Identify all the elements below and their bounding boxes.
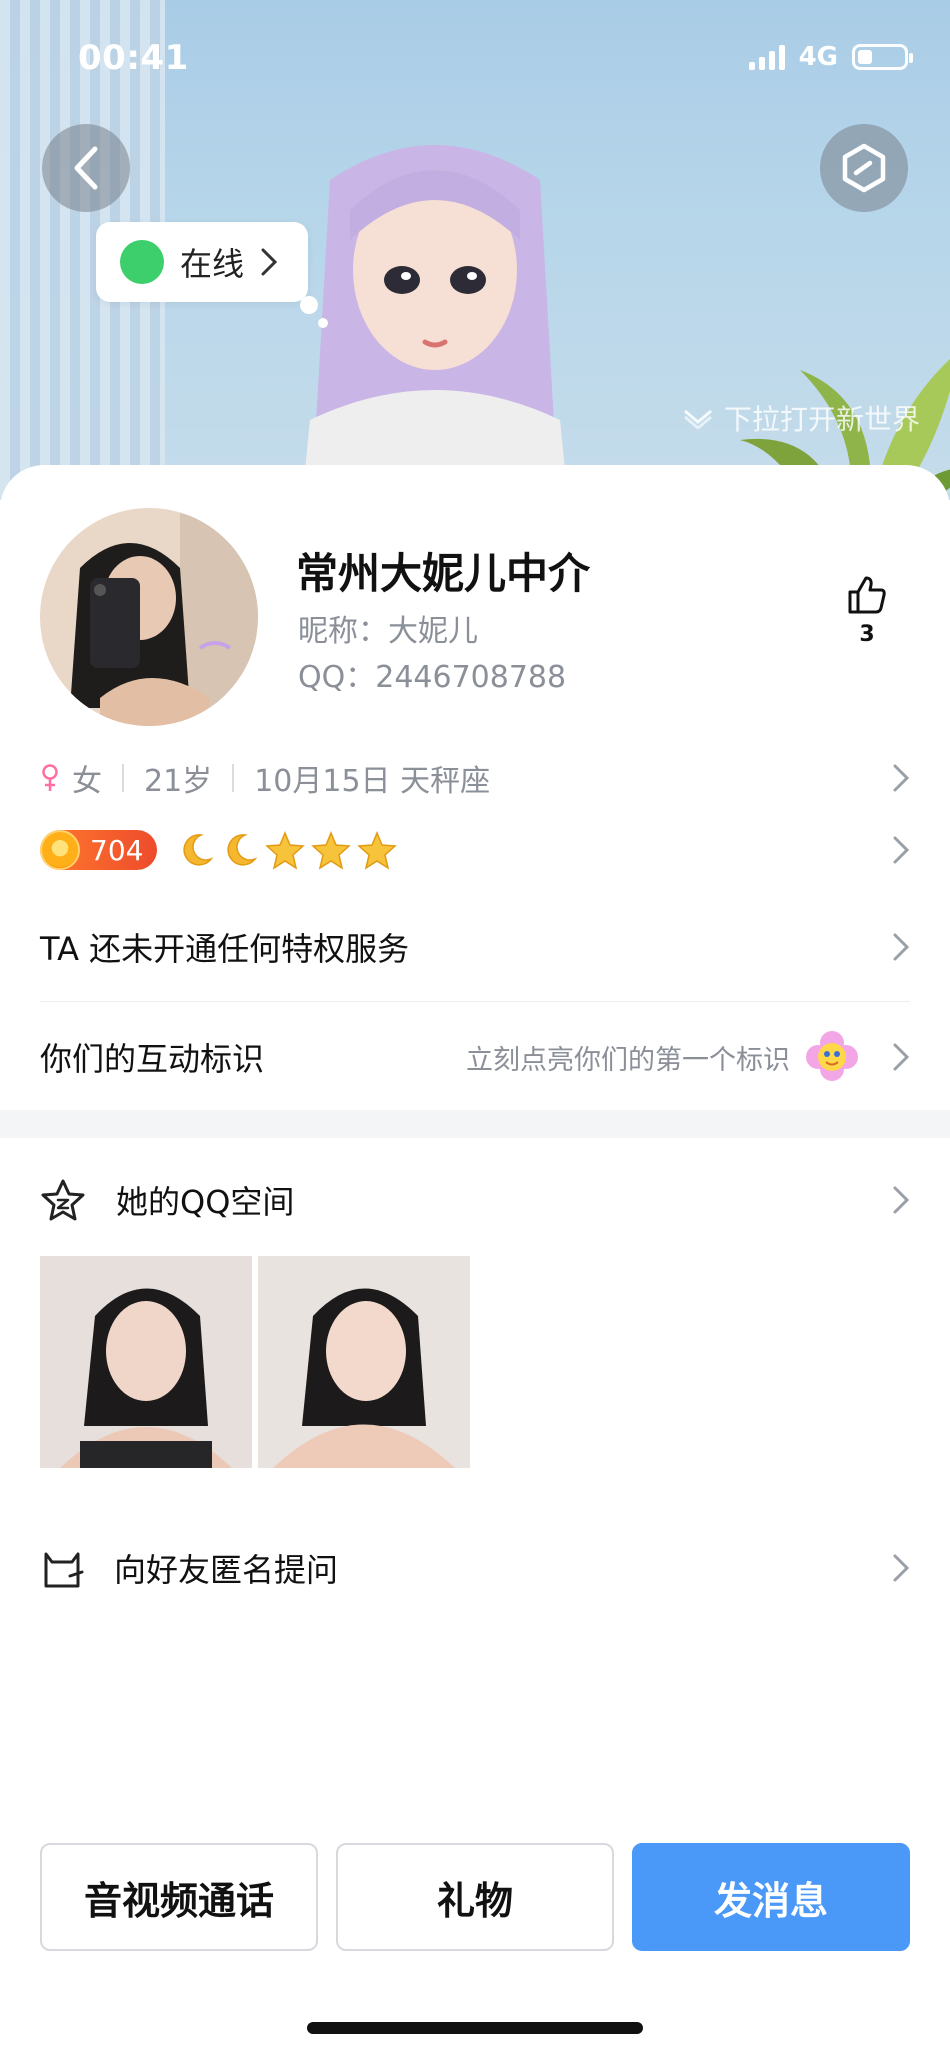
star-icon xyxy=(311,831,352,870)
sun-icon xyxy=(40,830,80,870)
qzone-star-icon xyxy=(40,1178,86,1222)
star-icon xyxy=(265,831,306,870)
flower-badge-icon xyxy=(806,1031,858,1081)
anonymous-ask-label: 向好友匿名提问 xyxy=(114,1551,339,1589)
interaction-hint: 立刻点亮你们的第一个标识 xyxy=(466,1044,790,1076)
chevron-right-icon xyxy=(893,933,910,960)
chevron-right-icon xyxy=(893,836,910,864)
hero-banner[interactable]: 00:41 4G 在线 下拉打开新世界 xyxy=(0,0,950,500)
send-message-button[interactable]: 发消息 xyxy=(632,1843,910,1951)
action-bar: 音视频通话 礼物 发消息 xyxy=(40,1843,910,1951)
birthday-label: 10月15日 天秤座 xyxy=(254,764,491,799)
qzone-label: 她的QQ空间 xyxy=(116,1183,295,1221)
chevron-down-icon xyxy=(684,409,712,429)
status-indicators: 4G xyxy=(748,42,913,72)
bubble-tail xyxy=(300,296,318,314)
interaction-label: 你们的互动标识 xyxy=(40,1040,265,1078)
divider xyxy=(232,764,235,792)
privilege-label: TA 还未开通任何特权服务 xyxy=(40,929,410,968)
qzone-photos xyxy=(40,1256,470,1468)
battery-icon xyxy=(852,44,913,70)
female-icon xyxy=(40,764,60,792)
pull-down-hint[interactable]: 下拉打开新世界 xyxy=(682,398,920,438)
section-divider xyxy=(0,1110,950,1138)
pull-hint-label: 下拉打开新世界 xyxy=(723,403,920,436)
level-number: 704 xyxy=(90,833,144,867)
chevron-right-icon xyxy=(893,1043,910,1071)
star-icon xyxy=(357,831,398,870)
basic-info-row[interactable]: 女 21岁 10月15日 天秤座 xyxy=(40,752,910,804)
moon-icon xyxy=(183,834,214,866)
age-label: 21岁 xyxy=(144,764,213,799)
privilege-row[interactable]: TA 还未开通任何特权服务 xyxy=(40,892,910,1002)
profile-nickname: 昵称：大妮儿 xyxy=(298,614,478,649)
hexagon-icon xyxy=(842,143,886,193)
online-dot-icon xyxy=(120,240,164,284)
back-button[interactable] xyxy=(42,124,130,212)
level-medals xyxy=(177,830,398,870)
online-status-bubble[interactable]: 在线 xyxy=(96,222,309,302)
profile-qq-number: QQ：2446708788 xyxy=(298,660,567,695)
hexagon-button[interactable] xyxy=(820,124,908,212)
signal-icon xyxy=(748,44,785,70)
qzone-row[interactable]: 她的QQ空间 xyxy=(40,1170,910,1230)
profile-name: 常州大妮儿中介 xyxy=(296,549,591,598)
avatar-image xyxy=(40,508,258,726)
avatar-3d-illustration xyxy=(302,145,568,500)
thumbs-up-icon xyxy=(848,576,886,614)
divider xyxy=(122,764,124,792)
home-indicator[interactable] xyxy=(307,2022,643,2034)
moon-icon xyxy=(227,834,258,866)
level-badge: 704 xyxy=(40,830,158,870)
network-label: 4G xyxy=(798,42,838,72)
chevron-right-icon xyxy=(893,1554,910,1582)
chevron-right-icon xyxy=(261,248,278,276)
chevron-right-icon xyxy=(893,764,910,792)
qzone-photo[interactable] xyxy=(258,1256,470,1468)
gift-button[interactable]: 礼物 xyxy=(336,1843,614,1951)
status-time: 00:41 xyxy=(78,38,189,78)
bubble-tail xyxy=(318,318,328,328)
like-button[interactable]: 3 xyxy=(835,574,899,647)
profile-screen: 00:41 4G 在线 下拉打开新世界 常州大妮儿中介 昵称：大妮儿 QQ：24… xyxy=(0,0,950,2056)
interaction-badge-row[interactable]: 你们的互动标识 立刻点亮你们的第一个标识 xyxy=(40,1002,910,1112)
online-label: 在线 xyxy=(180,245,245,283)
gender-label: 女 xyxy=(72,764,102,799)
like-count: 3 xyxy=(859,622,875,647)
cat-box-icon xyxy=(40,1546,84,1590)
anonymous-ask-row[interactable]: 向好友匿名提问 xyxy=(40,1538,910,1598)
video-call-button[interactable]: 音视频通话 xyxy=(40,1843,318,1951)
qzone-photo[interactable] xyxy=(40,1256,252,1468)
chevron-right-icon xyxy=(893,1186,910,1214)
avatar[interactable] xyxy=(40,508,258,726)
chevron-left-icon xyxy=(74,146,98,190)
qq-level-row[interactable]: 704 xyxy=(40,824,910,876)
